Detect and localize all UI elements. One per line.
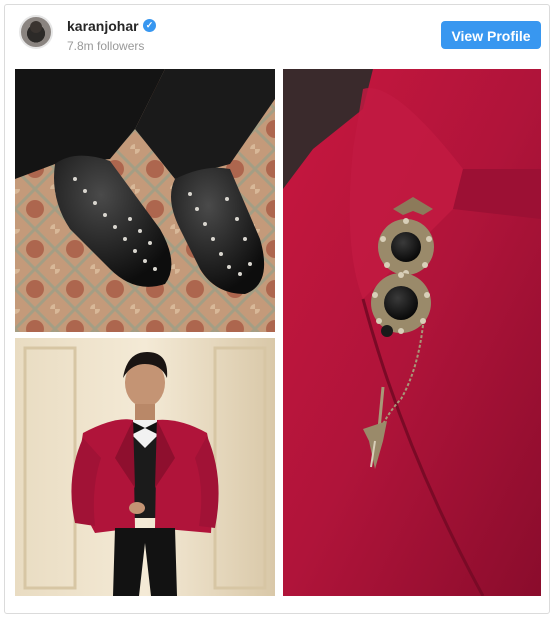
card-footer: [5, 599, 549, 613]
username[interactable]: karanjohar: [67, 18, 139, 34]
instagram-embed-card: karanjohar ✓ 7.8m followers View Profile: [4, 4, 550, 614]
post-header: karanjohar ✓ 7.8m followers View Profile: [5, 5, 549, 67]
photo-man-in-red-blazer[interactable]: [15, 338, 275, 596]
follower-count: 7.8m followers: [67, 39, 145, 53]
photo-blazer-brooch-closeup[interactable]: [283, 69, 541, 596]
avatar[interactable]: [19, 15, 53, 49]
verified-badge-icon: ✓: [143, 19, 156, 32]
view-profile-button[interactable]: View Profile: [441, 21, 541, 49]
photo-studded-shoes[interactable]: [15, 69, 275, 332]
